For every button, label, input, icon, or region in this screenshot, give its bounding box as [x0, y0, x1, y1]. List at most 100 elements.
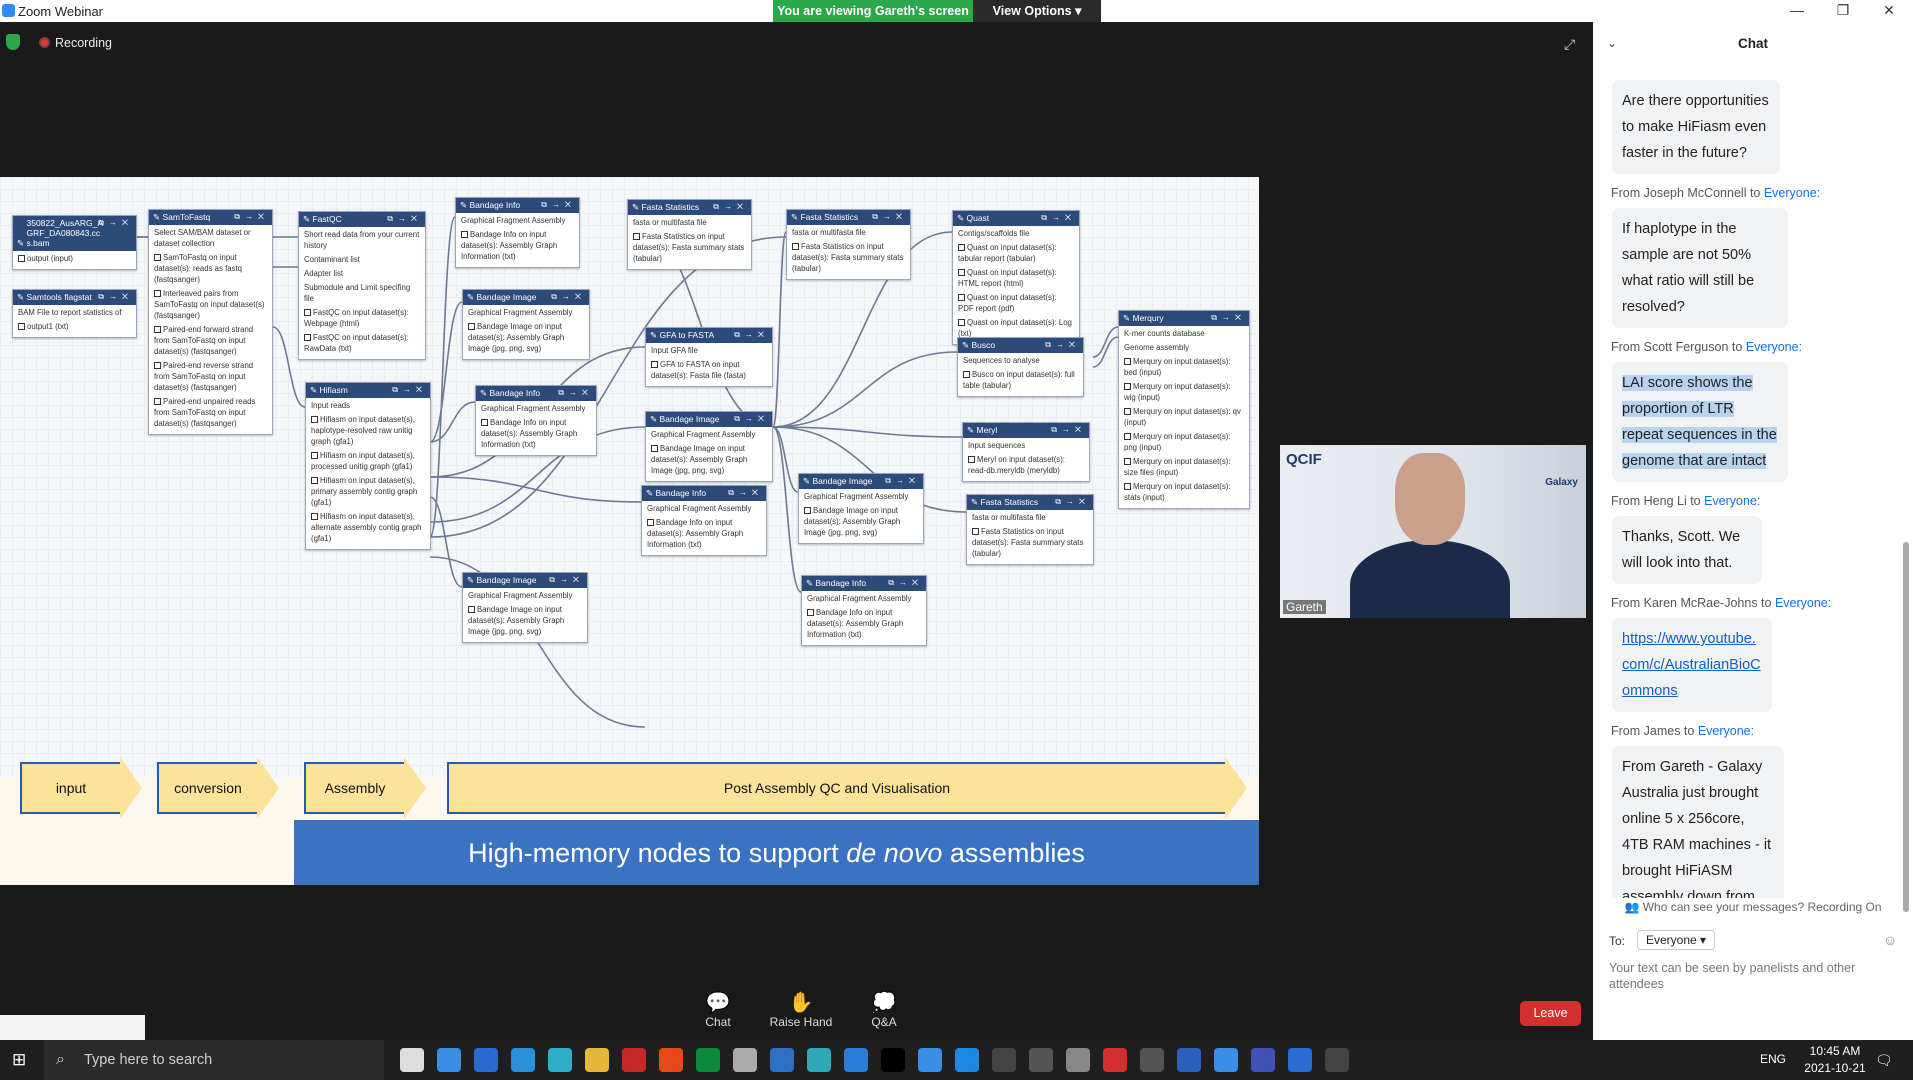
node-port[interactable]: output (input) — [18, 253, 131, 264]
node-port[interactable]: Paired-end forward strand from SamToFast… — [154, 324, 267, 357]
taskbar-app-icon[interactable] — [955, 1048, 979, 1072]
node-port[interactable]: BAM File to report statistics of — [18, 307, 131, 318]
taskbar-app-icon[interactable] — [622, 1048, 646, 1072]
node-port[interactable]: Hifiasm on input dataset(s), haplotype-r… — [311, 414, 425, 447]
node-port[interactable]: Hifiasm on input dataset(s), primary ass… — [311, 475, 425, 508]
checkbox-icon[interactable] — [154, 290, 161, 298]
qa-button[interactable]: 💭 Q&A — [866, 990, 902, 1029]
workflow-node[interactable]: ✎ Bandage Image ⧉→✕ Graphical Fragment Ass… — [462, 289, 590, 360]
node-port[interactable]: Input sequences — [968, 440, 1084, 451]
checkbox-icon[interactable] — [154, 398, 161, 406]
node-controls-icon[interactable]: ⧉→✕ — [1041, 213, 1076, 223]
checkbox-icon[interactable] — [968, 456, 975, 464]
node-port[interactable]: Contigs/scaffolds file — [958, 228, 1074, 239]
node-port[interactable]: Graphical Fragment Assembly — [651, 429, 767, 440]
taskbar-app-icon[interactable] — [844, 1048, 868, 1072]
workflow-node[interactable]: ✎ Fasta Statistics ⧉→✕ fasta or multifasta… — [966, 494, 1094, 565]
checkbox-icon[interactable] — [18, 255, 25, 263]
clock[interactable]: 10:45 AM 2021-10-21 — [1795, 1043, 1875, 1077]
checkbox-icon[interactable] — [154, 254, 161, 262]
chat-input-placeholder[interactable]: Your text can be seen by panelists and o… — [1609, 960, 1899, 992]
taskbar-app-icon[interactable] — [696, 1048, 720, 1072]
fullscreen-icon[interactable]: ⤢ — [1564, 36, 1575, 53]
visibility-info[interactable]: 👥 Who can see your messages? Recording O… — [1593, 900, 1913, 914]
node-port[interactable]: Quast on input dataset(s): PDF report (p… — [958, 292, 1074, 314]
node-controls-icon[interactable]: ⧉→✕ — [551, 292, 586, 302]
node-port[interactable]: Bandage Info on input dataset(s): Assemb… — [461, 229, 574, 262]
node-port[interactable]: Quast on input dataset(s): tabular repor… — [958, 242, 1074, 264]
workflow-node[interactable]: ✎ Bandage Info ⧉→✕ Graphical Fragment Asse… — [475, 385, 597, 456]
node-port[interactable]: Input reads — [311, 400, 425, 411]
taskbar-app-icon[interactable] — [474, 1048, 498, 1072]
node-port[interactable]: Merqury on input dataset(s): size files … — [1124, 456, 1244, 478]
workflow-node[interactable]: ✎ Bandage Info ⧉→✕ Graphical Fragment Asse… — [641, 485, 767, 556]
checkbox-icon[interactable] — [1124, 433, 1131, 441]
notification-icon[interactable]: 🗨 — [1875, 1052, 1893, 1069]
node-port[interactable]: Merqury on input dataset(s): bed (input) — [1124, 356, 1244, 378]
node-port[interactable]: Select SAM/BAM dataset or dataset collec… — [154, 227, 267, 249]
node-port[interactable]: Paired-end reverse strand from SamToFast… — [154, 360, 267, 393]
checkbox-icon[interactable] — [958, 319, 965, 327]
taskbar-search[interactable]: ⌕ Type here to search — [44, 1040, 384, 1080]
node-controls-icon[interactable]: ⧉→✕ — [98, 292, 133, 302]
node-controls-icon[interactable]: ⧉→✕ — [888, 578, 923, 588]
node-port[interactable]: Bandage Image on input dataset(s): Assem… — [651, 443, 767, 476]
taskbar-app-icon[interactable] — [1140, 1048, 1164, 1072]
taskbar-app-icon[interactable] — [1288, 1048, 1312, 1072]
workflow-node[interactable]: ✎ Bandage Image ⧉→✕ Graphical Fragment Ass… — [462, 572, 588, 643]
node-port[interactable]: Input GFA file — [651, 345, 767, 356]
node-port[interactable]: output1 (txt) — [18, 321, 131, 332]
node-controls-icon[interactable]: ⧉→✕ — [387, 214, 422, 224]
workflow-node[interactable]: ✎ 350822_AusARG_AGRF_DA080843.ccs.bam ⧉→✕… — [12, 215, 137, 270]
taskbar-app-icon[interactable] — [992, 1048, 1016, 1072]
node-port[interactable]: Merqury on input dataset(s): png (input) — [1124, 431, 1244, 453]
node-port[interactable]: Paired-end unpaired reads from SamToFast… — [154, 396, 267, 429]
node-port[interactable]: Graphical Fragment Assembly — [807, 593, 921, 604]
node-port[interactable]: Interleaved pairs from SamToFastq on inp… — [154, 288, 267, 321]
taskbar-app-icon[interactable] — [659, 1048, 683, 1072]
workflow-node[interactable]: ✎ GFA to FASTA ⧉→✕ Input GFA file GFA to FA… — [645, 327, 773, 387]
node-port[interactable]: Quast on input dataset(s): HTML report (… — [958, 267, 1074, 289]
checkbox-icon[interactable] — [468, 323, 475, 331]
node-controls-icon[interactable]: ⧉→✕ — [728, 488, 763, 498]
node-controls-icon[interactable]: ⧉→✕ — [1055, 497, 1090, 507]
checkbox-icon[interactable] — [1124, 408, 1131, 416]
workflow-node[interactable]: ✎ Bandage Info ⧉→✕ Graphical Fragment Asse… — [455, 197, 580, 268]
node-port[interactable]: Adapter list — [304, 268, 420, 279]
workflow-node[interactable]: ✎ Merqury ⧉→✕ K-mer counts database Genome … — [1118, 310, 1250, 509]
close-button[interactable]: ✕ — [1866, 0, 1912, 22]
workflow-node[interactable]: ✎ Samtools flagstat ⧉→✕ BAM File to report… — [12, 289, 137, 338]
taskbar-app-icon[interactable] — [770, 1048, 794, 1072]
raise-hand-button[interactable]: ✋ Raise Hand — [766, 990, 836, 1029]
node-port[interactable]: Merqury on input dataset(s): qv (input) — [1124, 406, 1244, 428]
node-controls-icon[interactable]: ⧉→✕ — [734, 330, 769, 340]
taskbar-app-icon[interactable] — [918, 1048, 942, 1072]
node-controls-icon[interactable]: ⧉→✕ — [541, 200, 576, 210]
node-port[interactable]: Bandage Image on input dataset(s): Assem… — [804, 505, 918, 538]
workflow-node[interactable]: ✎ Hifiasm ⧉→✕ Input reads Hifiasm on input … — [305, 382, 431, 550]
node-port[interactable]: Meryl on input dataset(s): read-db.meryl… — [968, 454, 1084, 476]
taskbar-app-icon[interactable] — [881, 1048, 905, 1072]
chat-scrollbar[interactable] — [1903, 542, 1909, 912]
node-port[interactable]: fasta or multifasta file — [972, 512, 1088, 523]
checkbox-icon[interactable] — [958, 269, 965, 277]
taskbar-app-icon[interactable] — [1325, 1048, 1349, 1072]
leave-button[interactable]: Leave — [1520, 1001, 1581, 1026]
node-port[interactable]: Merqury on input dataset(s): wig (input) — [1124, 381, 1244, 403]
checkbox-icon[interactable] — [304, 334, 311, 342]
node-port[interactable]: Graphical Fragment Assembly — [468, 307, 584, 318]
node-port[interactable]: FastQC on input dataset(s): Webpage (htm… — [304, 307, 420, 329]
node-port[interactable]: K-mer counts database — [1124, 328, 1244, 339]
workflow-node[interactable]: ✎ FastQC ⧉→✕ Short read data from your cur… — [298, 211, 426, 360]
recipient-select[interactable]: Everyone ▾ — [1637, 930, 1716, 950]
node-port[interactable]: Fasta Statistics on input dataset(s): Fa… — [972, 526, 1088, 559]
node-port[interactable]: Bandage Info on input dataset(s): Assemb… — [647, 517, 761, 550]
view-options-button[interactable]: View Options ▾ — [973, 0, 1101, 22]
node-port[interactable]: Quast on input dataset(s): Log (txt) — [958, 317, 1074, 339]
checkbox-icon[interactable] — [154, 362, 161, 370]
taskbar-app-icon[interactable] — [437, 1048, 461, 1072]
node-port[interactable]: Fasta Statistics on input dataset(s): Fa… — [792, 241, 905, 274]
workflow-node[interactable]: ✎ Quast ⧉→✕ Contigs/scaffolds file Quast on… — [952, 210, 1080, 345]
node-controls-icon[interactable]: ⧉→✕ — [1211, 313, 1246, 323]
workflow-node[interactable]: ✎ Bandage Image ⧉→✕ Graphical Fragment Ass… — [798, 473, 924, 544]
